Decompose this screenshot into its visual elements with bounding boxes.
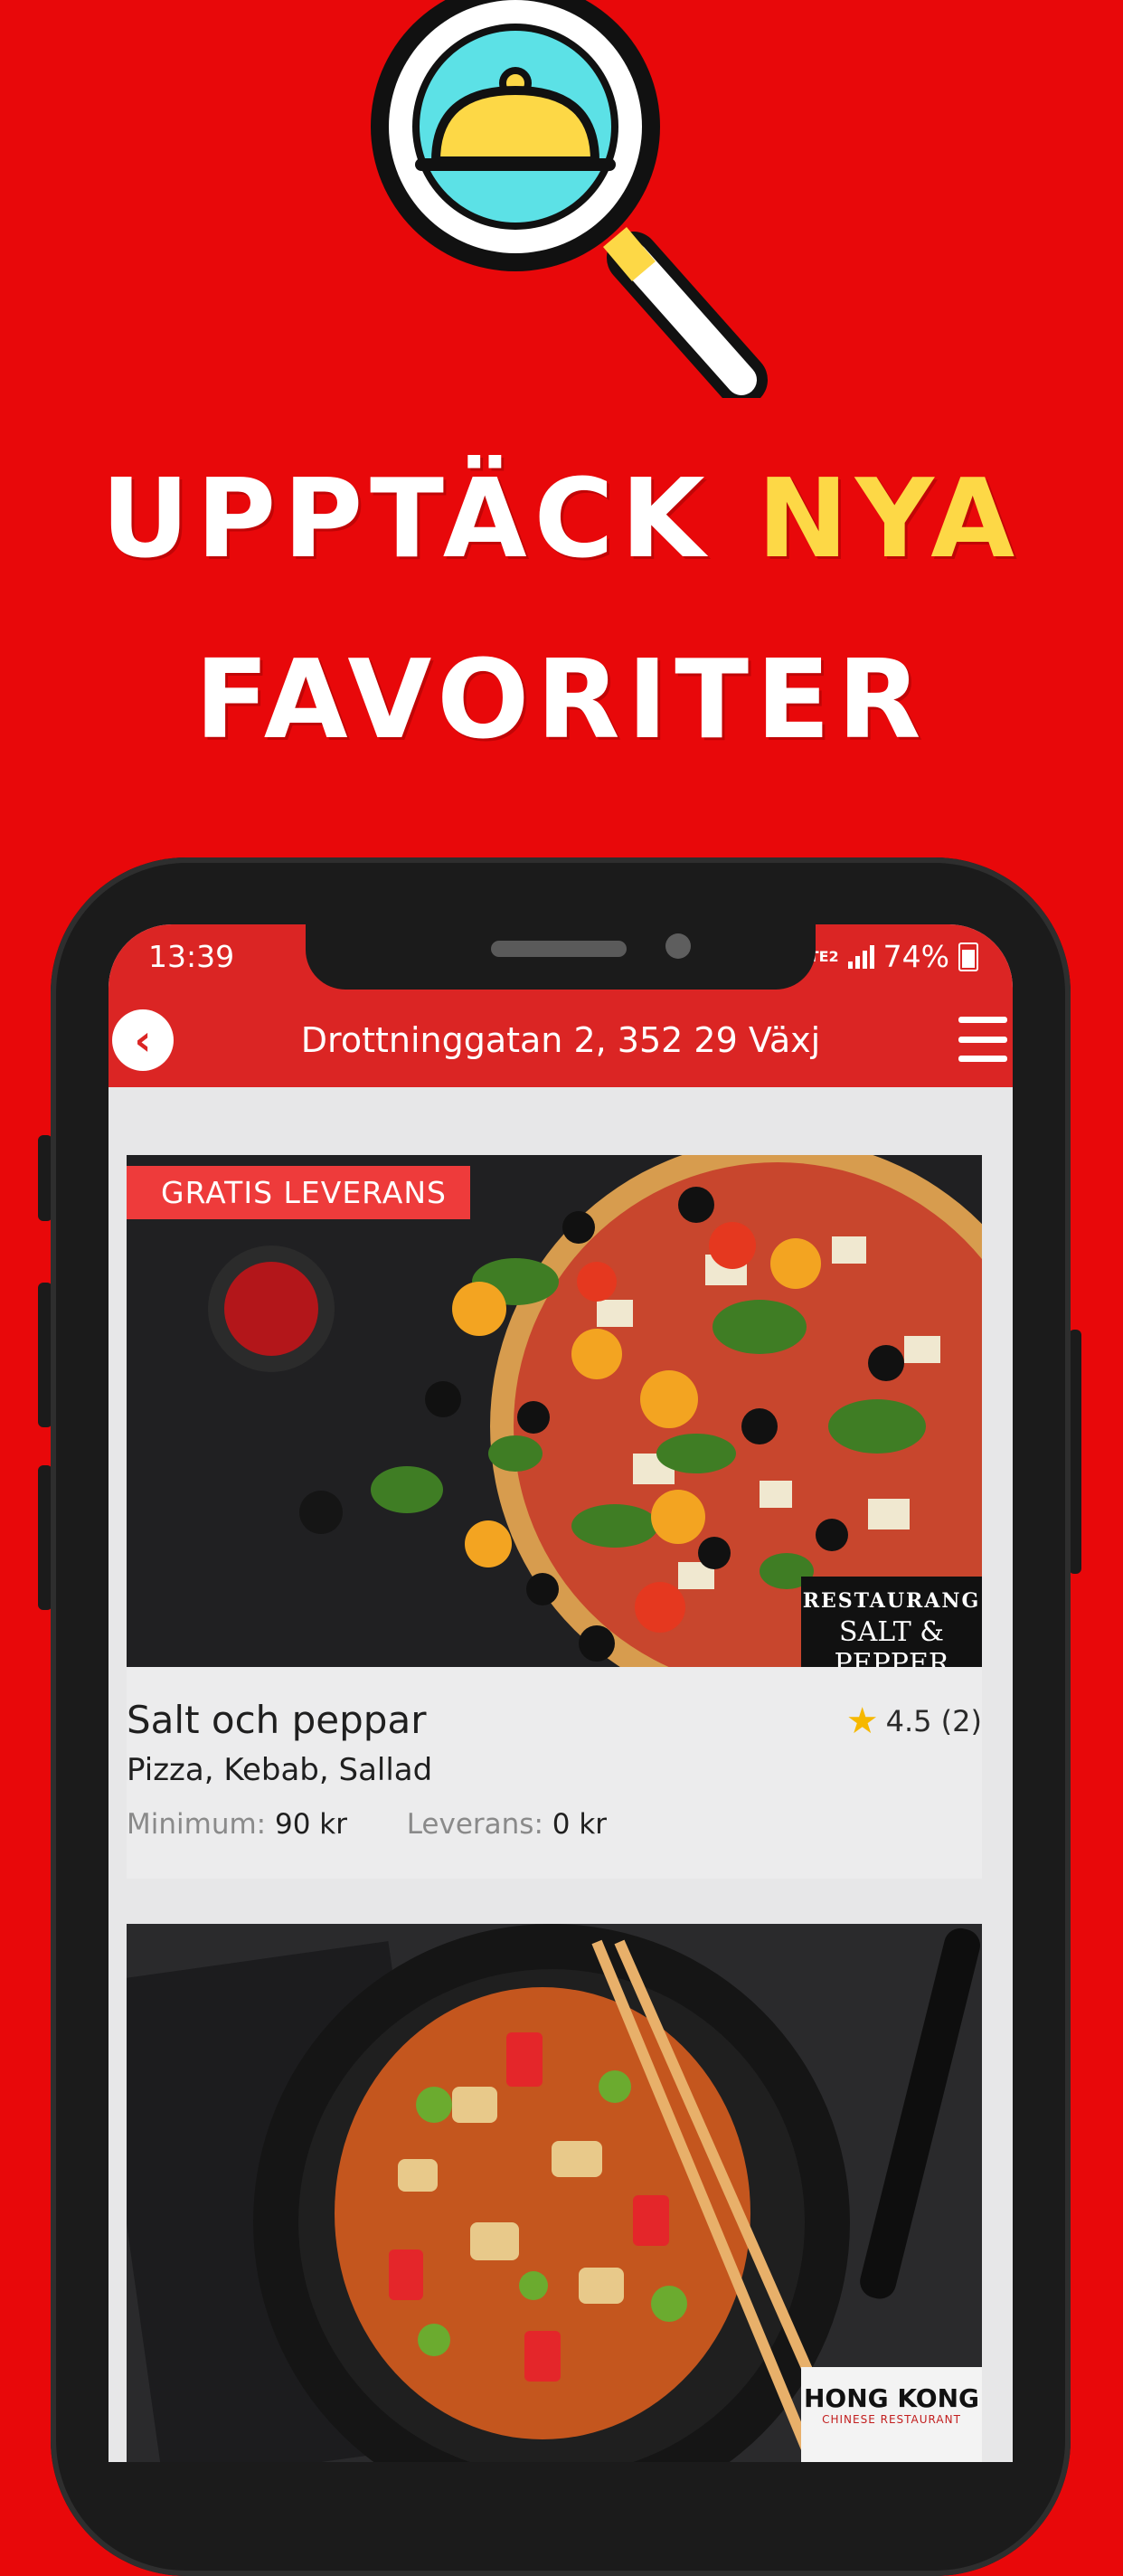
phone-screen: 13:39 Vo LTE2 74% ‹ Drottninggatan 2, 35… [109, 924, 1013, 2462]
restaurant-image: HONG KONG CHINESE RESTAURANT [127, 1924, 982, 2462]
delivery-label: Leverans: [406, 1808, 543, 1841]
speaker-grille [491, 941, 627, 957]
restaurant-logo: RESTAURANG SALT & PEPPER [801, 1577, 982, 1667]
restaurant-fees: Minimum: 90 kr Leverans: 0 kr [127, 1808, 607, 1841]
promo-word-upptack: UPPTÄCK [100, 457, 712, 582]
restaurant-name: Salt och peppar [127, 1698, 427, 1742]
app-header: ‹ Drottninggatan 2, 352 29 Växj [109, 997, 1013, 1087]
back-button[interactable]: ‹ [112, 1009, 174, 1071]
minimum-label: Minimum: [127, 1808, 267, 1841]
restaurant-image: GRATIS LEVERANS RESTAURANG SALT & PEPPER [127, 1155, 982, 1667]
restaurant-logo: HONG KONG CHINESE RESTAURANT [801, 2367, 982, 2462]
free-delivery-badge: GRATIS LEVERANS [127, 1166, 470, 1219]
rating-value: 4.5 (2) [885, 1704, 982, 1738]
hamburger-menu-icon[interactable] [958, 1017, 1007, 1062]
phone-notch [306, 924, 816, 990]
logo-line1: RESTAURANG [802, 1589, 981, 1613]
status-time: 13:39 [148, 939, 235, 974]
logo-line2: SALT & PEPPER [834, 1616, 949, 1667]
promo-headline-line1: UPPTÄCK NYA [0, 457, 1123, 582]
logo-line2: CHINESE RESTAURANT [822, 2413, 961, 2426]
delivery-value: 0 kr [552, 1808, 608, 1841]
restaurant-card[interactable]: HONG KONG CHINESE RESTAURANT [127, 1924, 982, 2462]
battery-percent: 74% [882, 939, 949, 974]
signal-icon [847, 944, 874, 969]
delivery-address[interactable]: Drottninggatan 2, 352 29 Växj [190, 1020, 931, 1060]
restaurant-rating: ★ 4.5 (2) [846, 1703, 982, 1739]
magnifier-cloche-icon [371, 0, 768, 398]
promo-word-nya: NYA [757, 457, 1023, 582]
battery-icon [958, 942, 978, 971]
minimum-value: 90 kr [274, 1808, 347, 1841]
star-icon: ★ [845, 1700, 879, 1742]
front-camera [665, 933, 691, 959]
promo-headline-line2: FAVORITER [194, 638, 929, 763]
restaurant-cuisine: Pizza, Kebab, Sallad [127, 1752, 433, 1788]
logo-line1: HONG KONG [803, 2383, 980, 2413]
chevron-left-icon: ‹ [134, 1016, 152, 1065]
restaurant-card[interactable]: GRATIS LEVERANS RESTAURANG SALT & PEPPER… [127, 1155, 982, 1879]
phone-side-button-right [1069, 1330, 1081, 1574]
